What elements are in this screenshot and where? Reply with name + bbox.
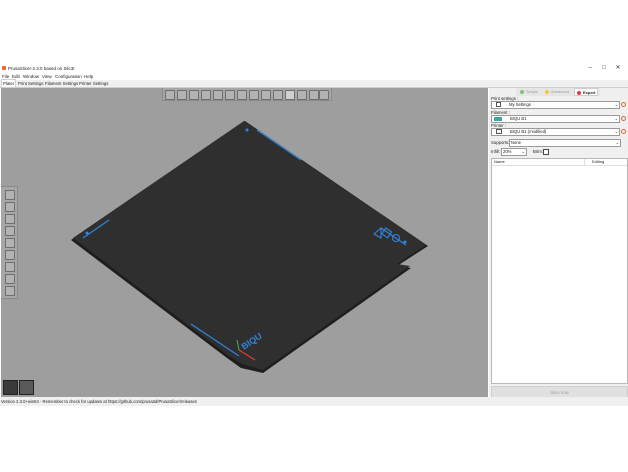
remove-instance-icon[interactable] [249,90,259,100]
object-list-header: Name Editing [492,159,627,166]
preview-button[interactable] [19,380,34,395]
left-toolbar [1,186,18,299]
app-icon [2,66,6,70]
tab-plater[interactable]: Plater [1,79,17,87]
add-instance-icon[interactable] [237,90,247,100]
supports-label: Supports: [491,140,510,145]
brim-label: Brim: [533,149,544,154]
title-bar [0,64,628,73]
add-icon[interactable] [165,90,175,100]
printer-icon [496,129,502,135]
print-settings-combo[interactable]: My Settings ⌄ [491,101,620,109]
hollow-icon[interactable] [5,250,15,260]
arrange-icon[interactable] [201,90,211,100]
3d-view-button[interactable] [3,380,18,395]
tab-print-settings[interactable]: Print Settings [17,80,45,87]
paste-icon[interactable] [225,90,235,100]
bed-surface [73,121,426,370]
maximize-button[interactable]: □ [599,65,609,72]
minimize-button[interactable]: – [585,65,595,72]
menu-bar: File Edit Window View Configuration Help [0,73,628,80]
chevron-down-icon: ⌄ [614,116,618,121]
filament-combo[interactable]: BIQU B1 ⌄ [491,115,620,123]
rotate-icon[interactable] [5,214,15,224]
mode-simple-dot [520,89,524,94]
bed-corner-mark [85,231,89,235]
filament-edit-icon[interactable] [621,116,626,121]
col-name[interactable]: Name [494,159,505,165]
search-icon[interactable] [285,90,295,100]
supports-combo[interactable]: None ⌄ [509,139,621,147]
delete-icon[interactable] [177,90,187,100]
seam-painting-icon[interactable] [5,274,15,284]
menu-view[interactable]: View [42,73,52,80]
menu-help[interactable]: Help [84,73,93,80]
mode-advanced[interactable]: Advanced [545,88,569,96]
move-icon[interactable] [5,190,15,200]
paint-supports-icon[interactable] [5,286,15,296]
redo-icon[interactable] [319,90,329,100]
3d-viewport[interactable]: BIQU [1,88,488,397]
mode-expert[interactable]: Expert [574,88,599,96]
support-points-icon[interactable] [5,262,15,272]
split-objects-icon[interactable] [261,90,271,100]
col-editing[interactable]: Editing [592,159,604,165]
print-profile-icon [496,102,501,108]
menu-window[interactable]: Window [23,73,39,80]
print-bed: BIQU [71,121,428,373]
col-divider [584,159,585,165]
tab-bar: Plater Print Settings Filament Settings … [0,79,628,88]
split-parts-icon[interactable] [273,90,283,100]
menu-configuration[interactable]: Configuration [55,73,82,80]
mode-advanced-dot [545,89,549,94]
brim-checkbox[interactable] [543,149,549,155]
bed-corner-mark [245,128,249,132]
place-on-face-icon[interactable] [5,226,15,236]
mode-expert-dot [577,90,581,95]
tab-printer-settings[interactable]: Printer Settings [78,80,109,87]
chevron-down-icon: ⌄ [614,102,618,107]
infill-label: Infill: [491,149,500,154]
chevron-down-icon: ⌄ [521,149,525,154]
bed-corner-mark [403,240,407,244]
mode-bar: Simple Advanced Expert [516,88,600,96]
layers-editing-icon[interactable] [297,90,307,100]
top-toolbar [162,88,332,101]
printer-combo[interactable]: BIQU B1 (modified) ⌄ [491,128,620,136]
status-text: Version 2.3.0+win64 - Remember to check … [1,399,197,404]
print-settings-edit-icon[interactable] [621,102,626,107]
copy-icon[interactable] [213,90,223,100]
chevron-down-icon: ⌄ [614,129,618,134]
scale-icon[interactable] [5,202,15,212]
mode-simple[interactable]: Simple [520,88,538,96]
printer-edit-icon[interactable] [621,129,626,134]
undo-icon[interactable] [309,90,319,100]
delete-all-icon[interactable] [189,90,199,100]
window-title: PrusaSlicer-2.3.0 based on Slic3r [8,66,75,71]
object-list[interactable]: Name Editing [491,158,628,384]
filament-color-swatch[interactable] [494,116,502,121]
infill-combo[interactable]: 20% ⌄ [501,148,527,156]
close-button[interactable]: ✕ [613,65,623,72]
chevron-down-icon: ⌄ [615,140,619,145]
tab-filament-settings[interactable]: Filament Settings [44,80,79,87]
cut-icon[interactable] [5,238,15,248]
